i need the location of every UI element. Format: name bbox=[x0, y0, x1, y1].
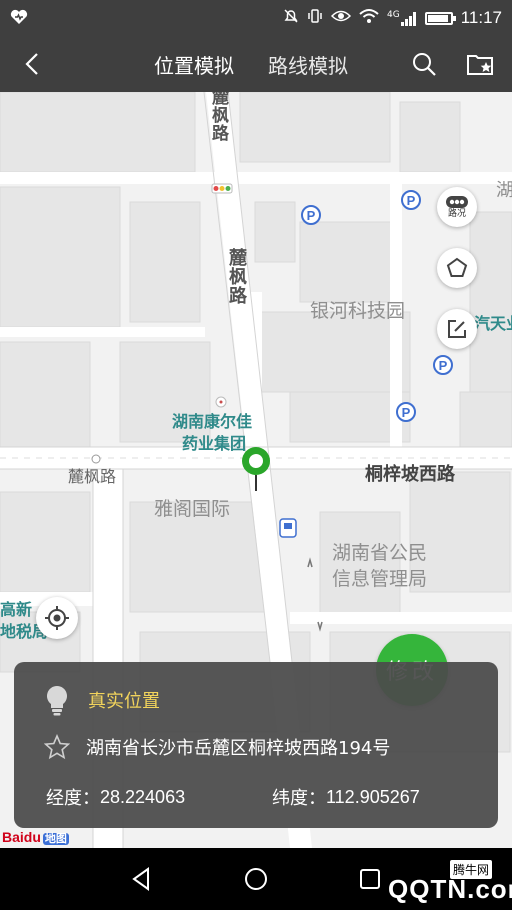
locate-icon bbox=[45, 606, 69, 630]
tab-route-simulation[interactable]: 路线模拟 bbox=[268, 50, 348, 79]
nav-back-button[interactable] bbox=[128, 865, 156, 893]
road-label-lufeng-top: 麓枫路 bbox=[209, 92, 228, 142]
back-icon bbox=[25, 53, 38, 75]
location-info-card: 真实位置 湖南省长沙市岳麓区桐梓坡西路194号 经度： 28.224063 纬度… bbox=[14, 662, 498, 828]
parking-marker[interactable]: P bbox=[401, 190, 421, 210]
app-bar: 位置模拟 路线模拟 bbox=[0, 36, 512, 92]
circle-home-icon bbox=[245, 868, 267, 890]
baidu-map-logo: Baidu 地图 bbox=[2, 829, 69, 845]
triangle-back-icon bbox=[132, 867, 149, 891]
edit-map-button[interactable] bbox=[437, 309, 477, 349]
latitude-value: 28.224063 bbox=[100, 786, 186, 807]
poi-edge-label: 湖 bbox=[496, 180, 512, 200]
pentagon-icon bbox=[446, 257, 468, 277]
longitude-label: 纬度： bbox=[272, 788, 326, 808]
battery-icon bbox=[424, 11, 456, 25]
latitude-label: 经度： bbox=[46, 788, 100, 808]
favorites-button[interactable] bbox=[464, 48, 496, 80]
favorites-folder-icon bbox=[467, 55, 493, 75]
address-text: 湖南省长沙市岳麓区桐梓坡西路194号 bbox=[86, 738, 391, 759]
eye-icon bbox=[330, 9, 352, 27]
tab-location-simulation[interactable]: 位置模拟 bbox=[154, 50, 234, 79]
wifi-icon bbox=[359, 8, 379, 28]
search-button[interactable] bbox=[408, 48, 440, 80]
edit-icon bbox=[448, 320, 466, 338]
real-location-title: 真实位置 bbox=[88, 691, 160, 712]
search-icon bbox=[413, 53, 436, 76]
traffic-button[interactable]: 路况 bbox=[437, 187, 477, 227]
longitude-value: 112.905267 bbox=[326, 786, 420, 807]
poi-yage-international: 雅阁国际 bbox=[154, 499, 231, 520]
road-label-lufeng-left: 麓枫路 bbox=[68, 469, 117, 486]
back-button[interactable] bbox=[16, 48, 48, 80]
poi-kangerjia-1: 湖南康尔佳 bbox=[172, 414, 253, 431]
parking-marker[interactable]: P bbox=[301, 205, 321, 225]
poi-hunan-citizen-info-1: 湖南省公民 bbox=[332, 543, 428, 564]
heart-icon bbox=[10, 9, 28, 29]
poi-qitianye: 汽天业 bbox=[474, 316, 512, 333]
road-label-lufeng-mid: 麓枫路 bbox=[227, 248, 247, 305]
qqtn-watermark: 腾牛网 QQTN.com bbox=[380, 856, 512, 906]
poi-hunan-citizen-info-2: 信息管理局 bbox=[332, 569, 428, 590]
star-icon[interactable] bbox=[44, 734, 70, 760]
layers-button[interactable] bbox=[437, 248, 477, 288]
signal-icon: 4G bbox=[387, 10, 417, 26]
clock: 11:17 bbox=[460, 8, 502, 27]
location-pin-stem bbox=[255, 475, 257, 491]
parking-marker[interactable]: P bbox=[396, 402, 416, 422]
location-pin-icon[interactable] bbox=[242, 447, 270, 475]
poi-galaxy-tech-park: 银河科技园 bbox=[310, 301, 406, 322]
parking-marker[interactable]: P bbox=[433, 355, 453, 375]
vibrate-icon bbox=[307, 8, 323, 28]
status-bar: 4G 11:17 bbox=[0, 0, 512, 36]
lightbulb-icon bbox=[47, 686, 67, 716]
locate-button[interactable] bbox=[36, 597, 78, 639]
mute-icon bbox=[283, 8, 299, 28]
nav-home-button[interactable] bbox=[242, 865, 270, 893]
poi-gaoxin-1: 高新 bbox=[0, 602, 33, 619]
road-label-tongzipo-west: 桐梓坡西路 bbox=[365, 464, 455, 484]
poi-kangerjia-2: 药业集团 bbox=[182, 436, 247, 453]
traffic-label: 路况 bbox=[447, 208, 466, 219]
